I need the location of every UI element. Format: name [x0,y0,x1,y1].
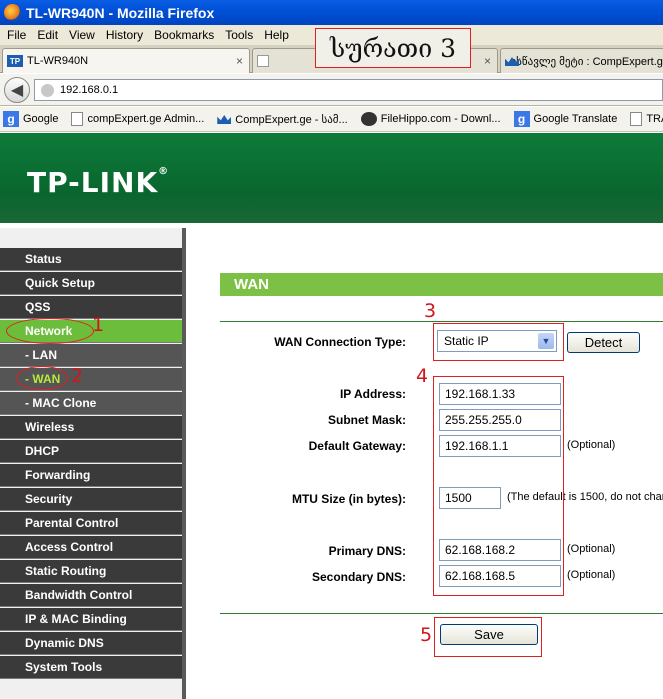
menu-file[interactable]: File [2,28,32,42]
network-annotation-oval [6,318,94,344]
menu-edit[interactable]: Edit [32,28,64,42]
sidebar-item-forwarding[interactable]: Forwarding [0,464,182,487]
step-number-5: 5 [420,624,433,646]
registered-mark: ® [158,166,170,177]
mtu-size-label: MTU Size (in bytes): [291,492,406,506]
globe-icon [41,83,54,97]
bookmark-filehippo[interactable]: FileHippo.com - Downl... [360,112,501,126]
sidebar-item-mac-clone[interactable]: - MAC Clone [0,392,182,415]
bookmark-google-translate[interactable]: g Google Translate [513,111,618,127]
bookmark-label: Google [23,113,59,125]
blank-page-icon [257,55,269,67]
tp-link-logo: TP-LINK® [27,166,169,199]
google-icon: g [513,111,530,127]
bookmark-label: CompExpert.ge - სამ... [235,113,348,126]
gateway-optional-note: (Optional) [567,439,616,451]
google-icon: g [3,111,19,127]
sidebar-item-system-tools[interactable]: System Tools [0,656,182,679]
close-tab-icon[interactable]: × [484,54,491,68]
filehippo-icon [360,112,377,126]
menu-tools[interactable]: Tools [220,28,259,42]
tp-link-header: TP-LINK® [0,133,663,223]
save-annotation-box [434,617,542,657]
address-fields-annotation-box [433,376,564,596]
url-text: 192.168.0.1 [60,84,119,96]
step-number-4: 4 [416,365,429,387]
secondary-dns-optional-note: (Optional) [567,569,616,581]
menu-bookmarks[interactable]: Bookmarks [149,28,220,42]
detect-button[interactable]: Detect [567,332,640,353]
subnet-mask-label: Subnet Mask: [327,413,406,427]
navigation-bar: ◀ 192.168.0.1 [0,74,663,106]
step-number-2: 2 [71,365,84,387]
annotation-title-box: სურათი 3 [315,28,471,68]
tp-link-favicon: TP [7,55,23,67]
bookmark-label: compExpert.ge Admin... [87,113,205,125]
sidebar-item-status[interactable]: Status [0,248,182,271]
logo-text: TP-LINK [27,166,159,199]
bookmark-google[interactable]: g Google [3,111,58,127]
primary-dns-label: Primary DNS: [328,544,406,558]
wan-annotation-oval [16,366,68,390]
secondary-dns-label: Secondary DNS: [311,570,406,584]
window-title-bar: TL-WR940N - Mozilla Firefox [0,0,663,25]
divider-bottom [220,613,663,614]
tab-title: TL-WR940N [27,55,89,67]
step-number-3: 3 [424,300,437,322]
bookmark-translator[interactable]: TRANSLATOR [630,112,663,126]
menu-view[interactable]: View [64,28,101,42]
ip-address-label: IP Address: [339,387,406,401]
sidebar-menu: Status Quick Setup QSS Network - LAN - W… [0,228,186,699]
close-tab-icon[interactable]: × [236,54,243,68]
window-title: TL-WR940N - Mozilla Firefox [26,4,215,21]
sidebar-item-security[interactable]: Security [0,488,182,511]
sidebar-item-bandwidth-control[interactable]: Bandwidth Control [0,584,182,607]
default-gateway-label: Default Gateway: [308,439,406,453]
sidebar-item-lan[interactable]: - LAN [0,344,182,367]
wan-connection-type-label: WAN Connection Type: [274,335,406,349]
wan-heading: WAN [220,273,663,296]
sidebar-item-parental-control[interactable]: Parental Control [0,512,182,535]
bookmark-label: Google Translate [533,113,618,125]
sidebar-item-quick-setup[interactable]: Quick Setup [0,272,182,295]
tab-compexpert[interactable]: ისწავლე მეტი : CompExpert.ge [500,48,663,73]
crown-icon [505,55,506,67]
bookmark-label: TRANSLATOR [646,113,663,125]
sidebar-item-dynamic-dns[interactable]: Dynamic DNS [0,632,182,655]
sidebar-item-access-control[interactable]: Access Control [0,536,182,559]
sidebar-item-dhcp[interactable]: DHCP [0,440,182,463]
tab-tl-wr940n[interactable]: TP TL-WR940N × [2,48,250,73]
bookmark-compexpert[interactable]: CompExpert.ge - სამ... [217,113,347,126]
menu-help[interactable]: Help [259,28,295,42]
step-number-1: 1 [92,314,105,336]
firefox-icon [4,4,21,21]
primary-dns-optional-note: (Optional) [567,543,616,555]
sidebar-item-static-routing[interactable]: Static Routing [0,560,182,583]
url-bar[interactable]: 192.168.0.1 [34,79,663,101]
tab-title: ისწავლე მეტი : CompExpert.ge [510,55,663,68]
connection-type-annotation-box [433,323,564,361]
bookmarks-bar: g Google compExpert.ge Admin... CompExpe… [0,107,663,132]
back-button[interactable]: ◀ [4,77,30,103]
crown-icon [217,113,231,125]
bookmark-label: FileHippo.com - Downl... [380,113,501,125]
bookmark-compexpert-admin[interactable]: compExpert.ge Admin... [71,112,204,126]
menu-history[interactable]: History [101,28,149,42]
sidebar-item-qss[interactable]: QSS [0,296,182,319]
page-icon [71,112,84,126]
sidebar-item-wireless[interactable]: Wireless [0,416,182,439]
sidebar-item-ip-mac-binding[interactable]: IP & MAC Binding [0,608,182,631]
page-icon [630,112,643,126]
divider-top [220,321,663,322]
